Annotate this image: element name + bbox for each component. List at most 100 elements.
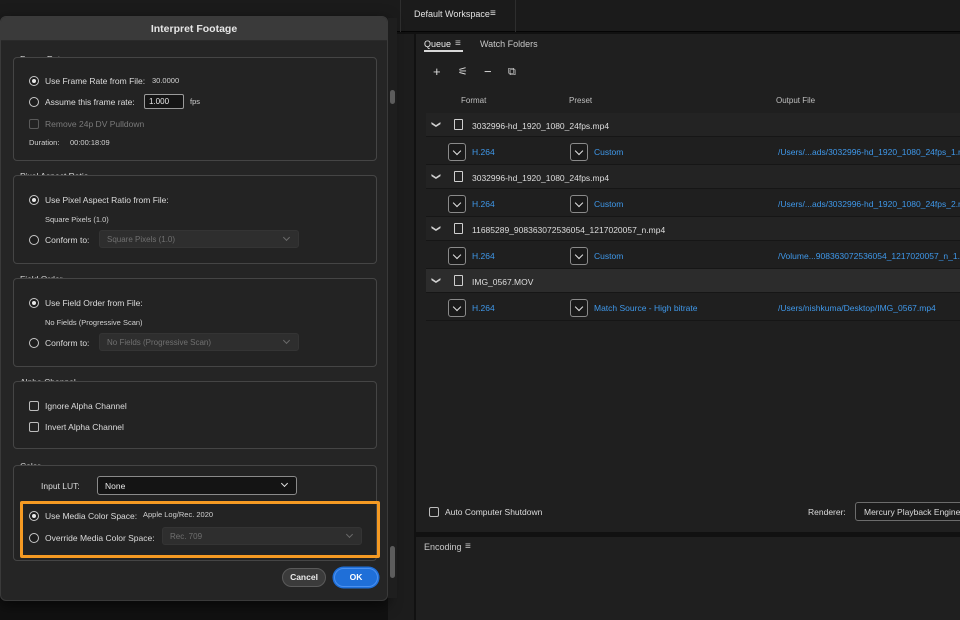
preset-dropdown-button[interactable] bbox=[570, 247, 588, 265]
output-file-link[interactable]: /Users/nishkuma/Desktop/IMG_0567.mp4 bbox=[778, 303, 936, 313]
workspace-label[interactable]: Default Workspace bbox=[414, 9, 490, 19]
divider bbox=[515, 0, 516, 32]
source-file-name: 3032996-hd_1920_1080_24fps.mp4 bbox=[472, 121, 610, 131]
renderer-select[interactable]: Mercury Playback Engine bbox=[855, 502, 960, 521]
tab-queue[interactable]: Queue bbox=[424, 39, 451, 49]
par-conform-label: Conform to: bbox=[45, 235, 90, 245]
source-file-name: IMG_0567.MOV bbox=[472, 277, 534, 287]
alpha-channel-group bbox=[13, 381, 377, 449]
dialog-scrollbar[interactable] bbox=[388, 18, 397, 598]
format-link[interactable]: H.264 bbox=[472, 303, 495, 313]
format-link[interactable]: H.264 bbox=[472, 147, 495, 157]
scroll-thumb[interactable] bbox=[390, 546, 395, 578]
dialog-titlebar[interactable]: Interpret Footage bbox=[1, 17, 387, 41]
hamburger-icon[interactable]: ≡ bbox=[465, 541, 471, 552]
queue-group[interactable]: ❯ 3032996-hd_1920_1080_24fps.mp4 bbox=[426, 113, 960, 137]
invert-alpha-checkbox[interactable] bbox=[29, 422, 39, 432]
source-file-name: 3032996-hd_1920_1080_24fps.mp4 bbox=[472, 173, 610, 183]
chevron-down-icon[interactable]: ❯ bbox=[430, 121, 441, 129]
remove-icon[interactable]: − bbox=[484, 65, 492, 78]
frame-rate-file-value: 30.0000 bbox=[152, 76, 180, 85]
tab-watch-folders[interactable]: Watch Folders bbox=[480, 39, 538, 49]
queue-item[interactable]: H.264 Custom /Volume...908363072536054_1… bbox=[426, 241, 960, 269]
format-dropdown-button[interactable] bbox=[448, 247, 466, 265]
assume-frame-rate-radio[interactable] bbox=[29, 97, 39, 107]
hamburger-icon[interactable]: ≡ bbox=[490, 8, 496, 19]
output-file-link[interactable]: /Users/...ads/3032996-hd_1920_1080_24fps… bbox=[778, 147, 960, 157]
remove-pulldown-label: Remove 24p DV Pulldown bbox=[45, 119, 145, 129]
active-tab-indicator bbox=[424, 50, 463, 52]
queue-item[interactable]: H.264 Custom /Users/...ads/3032996-hd_19… bbox=[426, 137, 960, 165]
preset-dropdown-button[interactable] bbox=[570, 299, 588, 317]
dialog-title: Interpret Footage bbox=[150, 23, 238, 35]
interpret-footage-dialog: Interpret Footage Frame Rate Use Frame R… bbox=[0, 16, 388, 601]
format-link[interactable]: H.264 bbox=[472, 251, 495, 261]
source-file-name: 11685289_908363072536054_1217020057_n.mp… bbox=[472, 225, 666, 235]
field-order-conform-select[interactable]: No Fields (Progressive Scan) bbox=[99, 333, 299, 351]
queue-group[interactable]: ❯ 3032996-hd_1920_1080_24fps.mp4 bbox=[426, 165, 960, 189]
chevron-down-icon[interactable]: ❯ bbox=[430, 173, 441, 181]
annotation-highlight-box bbox=[20, 501, 380, 558]
preset-link[interactable]: Custom bbox=[594, 199, 623, 209]
chevron-down-icon bbox=[280, 479, 289, 488]
field-order-from-file-radio[interactable] bbox=[29, 298, 39, 308]
par-file-value: Square Pixels (1.0) bbox=[45, 215, 109, 224]
column-output-file: Output File bbox=[776, 96, 816, 105]
renderer-value: Mercury Playback Engine bbox=[864, 507, 960, 517]
par-conform-radio[interactable] bbox=[29, 235, 39, 245]
duplicate-icon[interactable]: ⧉ bbox=[508, 66, 516, 78]
video-file-icon bbox=[454, 275, 463, 286]
par-conform-value: Square Pixels (1.0) bbox=[107, 235, 176, 244]
field-order-conform-radio[interactable] bbox=[29, 338, 39, 348]
queue-item[interactable]: H.264 Custom /Users/...ads/3032996-hd_19… bbox=[426, 189, 960, 217]
add-icon[interactable]: + bbox=[433, 65, 441, 78]
par-from-file-label: Use Pixel Aspect Ratio from File: bbox=[45, 195, 169, 205]
cancel-button[interactable]: Cancel bbox=[282, 568, 326, 587]
auto-shutdown-label: Auto Computer Shutdown bbox=[445, 507, 543, 517]
settings-icon[interactable]: ⚟ bbox=[458, 66, 468, 78]
duration-label: Duration: bbox=[29, 138, 60, 147]
duration-value: 00:00:18:09 bbox=[70, 138, 110, 147]
format-dropdown-button[interactable] bbox=[448, 195, 466, 213]
chevron-down-icon[interactable]: ❯ bbox=[430, 277, 441, 285]
chevron-down-icon bbox=[282, 336, 291, 345]
chevron-down-icon bbox=[282, 233, 291, 242]
scroll-thumb-top[interactable] bbox=[390, 90, 395, 104]
preset-link[interactable]: Custom bbox=[594, 147, 623, 157]
fps-unit: fps bbox=[190, 97, 201, 106]
format-link[interactable]: H.264 bbox=[472, 199, 495, 209]
field-order-from-file-label: Use Field Order from File: bbox=[45, 298, 143, 308]
format-dropdown-button[interactable] bbox=[448, 299, 466, 317]
par-conform-select[interactable]: Square Pixels (1.0) bbox=[99, 230, 299, 248]
format-dropdown-button[interactable] bbox=[448, 143, 466, 161]
frame-rate-input[interactable]: 1.000 bbox=[144, 94, 184, 109]
frame-rate-from-file-radio[interactable] bbox=[29, 76, 39, 86]
column-preset: Preset bbox=[569, 96, 593, 105]
ignore-alpha-checkbox[interactable] bbox=[29, 401, 39, 411]
preset-link[interactable]: Custom bbox=[594, 251, 623, 261]
preset-dropdown-button[interactable] bbox=[570, 143, 588, 161]
input-lut-select[interactable]: None bbox=[97, 476, 297, 495]
output-file-link[interactable]: /Volume...908363072536054_1217020057_n_1… bbox=[778, 251, 960, 261]
hamburger-icon[interactable]: ≡ bbox=[455, 38, 461, 49]
remove-pulldown-checkbox[interactable] bbox=[29, 119, 39, 129]
tab-encoding[interactable]: Encoding bbox=[424, 542, 462, 552]
preset-dropdown-button[interactable] bbox=[570, 195, 588, 213]
output-file-link[interactable]: /Users/...ads/3032996-hd_1920_1080_24fps… bbox=[778, 199, 960, 209]
video-file-icon bbox=[454, 223, 463, 234]
auto-shutdown-checkbox[interactable] bbox=[429, 507, 439, 517]
ok-button[interactable]: OK bbox=[334, 568, 378, 587]
assume-frame-rate-label: Assume this frame rate: bbox=[45, 97, 135, 107]
video-file-icon bbox=[454, 171, 463, 182]
queue-item[interactable]: H.264 Match Source - High bitrate /Users… bbox=[426, 293, 960, 321]
input-lut-label: Input LUT: bbox=[41, 481, 80, 491]
column-format: Format bbox=[461, 96, 487, 105]
chevron-down-icon[interactable]: ❯ bbox=[430, 225, 441, 233]
video-file-icon bbox=[454, 119, 463, 130]
par-from-file-radio[interactable] bbox=[29, 195, 39, 205]
preset-link[interactable]: Match Source - High bitrate bbox=[594, 303, 697, 313]
input-lut-value: None bbox=[105, 481, 126, 491]
queue-group[interactable]: ❯ 11685289_908363072536054_1217020057_n.… bbox=[426, 217, 960, 241]
field-order-conform-label: Conform to: bbox=[45, 338, 90, 348]
queue-group-selected[interactable]: ❯ IMG_0567.MOV bbox=[426, 269, 960, 293]
